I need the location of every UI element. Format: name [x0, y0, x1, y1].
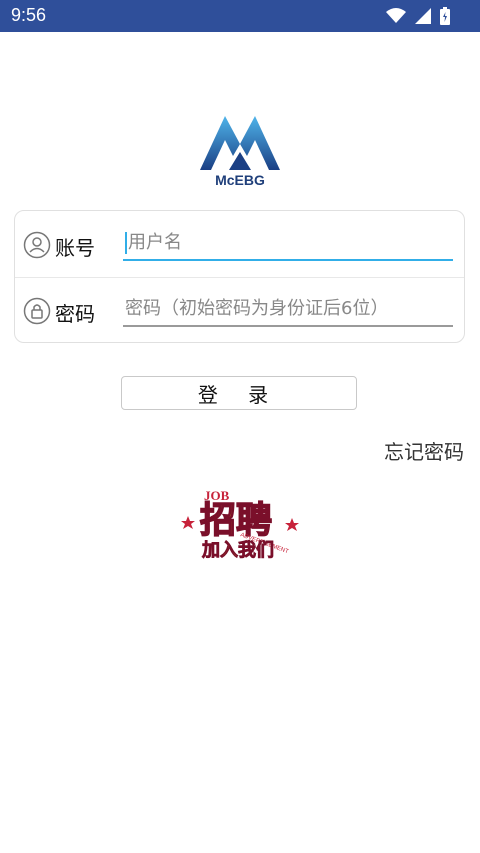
- wifi-icon: [386, 8, 406, 23]
- password-input[interactable]: 密码（初始密码为身份证后6位）: [123, 293, 453, 327]
- user-icon: [23, 231, 51, 259]
- password-placeholder: 密码（初始密码为身份证后6位）: [125, 298, 389, 319]
- lock-icon: [23, 297, 51, 325]
- app-logo: McEBG: [195, 112, 285, 190]
- text-caret: [125, 232, 127, 254]
- banner-sub-text: 加入我们: [201, 539, 274, 560]
- account-row: 账号 用户名: [15, 211, 464, 278]
- username-placeholder: 用户名: [128, 232, 182, 253]
- status-time: 9:56: [11, 5, 47, 25]
- battery-icon: [440, 7, 450, 25]
- password-row: 密码 密码（初始密码为身份证后6位）: [15, 277, 464, 343]
- password-label: 密码: [55, 302, 95, 326]
- forgot-password-link[interactable]: 忘记密码: [384, 436, 464, 465]
- account-label: 账号: [55, 236, 95, 260]
- signal-icon: [415, 8, 431, 24]
- login-form: 账号 用户名 密码 密码（初始密码为身份证后6位）: [14, 210, 465, 343]
- recruitment-banner[interactable]: JOB 招聘 ADVERTISEMENT 加入我们: [180, 476, 302, 560]
- banner-main-text: 招聘: [200, 500, 272, 541]
- logo-mark-icon: [200, 116, 280, 170]
- username-input[interactable]: 用户名: [123, 227, 453, 261]
- login-button[interactable]: 登 录: [121, 376, 357, 410]
- logo-text: McEBG: [215, 172, 265, 188]
- status-bar: 9:56: [0, 0, 480, 32]
- status-icons: [386, 6, 450, 26]
